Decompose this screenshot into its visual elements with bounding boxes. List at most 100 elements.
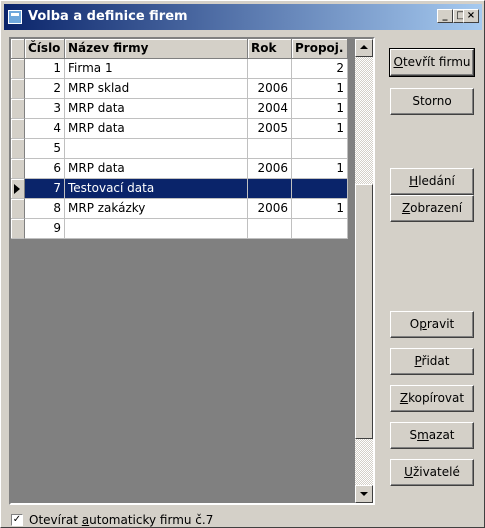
cell-name[interactable]: MRP data [65,119,248,139]
cell-number[interactable]: 9 [25,219,65,239]
cell-name[interactable]: MRP data [65,99,248,119]
table-row[interactable]: 8 MRP zakázky 2006 1 [11,199,348,219]
cell-number[interactable]: 3 [25,99,65,119]
scroll-thumb[interactable] [355,184,373,439]
cell-name[interactable] [65,219,248,239]
dialog-window: Volba a definice firem _ □ × Číslo Název… [0,0,485,528]
row-indicator[interactable] [11,219,25,239]
cell-number[interactable]: 5 [25,139,65,159]
search-label: ledání [418,174,455,188]
copy-label: kopírovat [408,391,465,405]
cell-name[interactable]: MRP data [65,159,248,179]
cell-linked[interactable]: 1 [292,119,348,139]
table-row[interactable]: 9 [11,219,348,239]
view-accel: Z [401,201,411,215]
open-accel: O [393,55,403,69]
row-indicator[interactable] [11,159,25,179]
edit-button[interactable]: Opravit [390,311,474,338]
cancel-label: Storno [412,94,452,108]
auto-open-suffix: utomaticky firmu č.7 [89,513,214,527]
table-row[interactable]: 5 [11,139,348,159]
auto-open-prefix: Otevírat [29,513,82,527]
column-header-name[interactable]: Název firmy [65,39,248,59]
table-body: Číslo Název firmy Rok Propoj. 1 Firma 122… [11,39,355,503]
row-indicator[interactable] [11,179,25,199]
cell-name[interactable]: Testovací data [65,179,248,199]
arrow-down-icon [360,492,368,496]
vertical-scrollbar[interactable] [355,39,373,503]
cell-name[interactable]: MRP zakázky [65,199,248,219]
add-button[interactable]: Přidat [390,348,474,375]
copy-accel: Z [399,391,409,405]
table-header: Číslo Název firmy Rok Propoj. [11,39,348,59]
view-button[interactable]: Zobrazení [390,195,474,222]
cell-linked[interactable]: 1 [292,79,348,99]
cell-linked[interactable] [292,139,348,159]
open-company-button[interactable]: Otevřít firmu [389,48,475,77]
cell-year[interactable] [248,179,292,199]
cell-year[interactable]: 2006 [248,199,292,219]
arrow-up-icon [360,45,368,49]
cell-linked[interactable]: 2 [292,59,348,79]
view-label: obrazení [410,201,463,215]
table-row[interactable]: 7 Testovací data [11,179,348,199]
cell-linked[interactable] [292,179,348,199]
cell-number[interactable]: 2 [25,79,65,99]
table-row[interactable]: 4 MRP data 2005 1 [11,119,348,139]
table-row[interactable]: 6 MRP data 2006 1 [11,159,348,179]
edit-accel: p [419,317,427,331]
cell-number[interactable]: 1 [25,59,65,79]
open-label: tevřít firmu [402,55,471,69]
users-label: živatelé [412,465,460,479]
edit-prefix: O [409,317,420,331]
close-button[interactable]: × [463,9,479,23]
delete-label: azat [428,428,455,442]
cell-name[interactable]: Firma 1 [65,59,248,79]
row-indicator[interactable] [11,119,25,139]
copy-button[interactable]: Zkopírovat [390,385,474,412]
table-row[interactable]: 3 MRP data 2004 1 [11,99,348,119]
cell-number[interactable]: 4 [25,119,65,139]
cell-name[interactable] [65,139,248,159]
users-button[interactable]: Uživatelé [390,459,474,486]
company-table[interactable]: Číslo Název firmy Rok Propoj. 1 Firma 122… [9,37,375,505]
cell-year[interactable]: 2005 [248,119,292,139]
cell-year[interactable]: 2006 [248,159,292,179]
title-bar[interactable]: Volba a definice firem _ □ × [4,4,482,30]
scroll-up-button[interactable] [355,39,373,57]
auto-open-checkbox[interactable]: ✓ [11,514,23,526]
search-button[interactable]: Hledání [390,168,474,195]
table-row[interactable]: 1 Firma 1 2 [11,59,348,79]
column-header-linked[interactable]: Propoj. [292,39,348,59]
row-indicator[interactable] [11,59,25,79]
row-indicator[interactable] [11,99,25,119]
edit-label: ravit [426,317,455,331]
row-indicator[interactable] [11,79,25,99]
row-indicator[interactable] [11,199,25,219]
column-header-number[interactable]: Číslo [25,39,65,59]
cell-name[interactable]: MRP sklad [65,79,248,99]
add-label: řidat [421,354,450,368]
cell-number[interactable]: 6 [25,159,65,179]
cell-year[interactable] [248,219,292,239]
cell-number[interactable]: 8 [25,199,65,219]
cell-linked[interactable]: 1 [292,159,348,179]
cell-year[interactable] [248,59,292,79]
column-header-year[interactable]: Rok [248,39,292,59]
scroll-down-button[interactable] [355,485,373,503]
delete-button[interactable]: Smazat [390,422,474,449]
app-icon[interactable] [8,10,22,24]
cell-linked[interactable] [292,219,348,239]
row-indicator[interactable] [11,139,25,159]
cell-linked[interactable]: 1 [292,199,348,219]
cell-year[interactable] [248,139,292,159]
current-row-arrow-icon [14,184,20,194]
minimize-button[interactable]: _ [437,9,453,23]
table-row[interactable]: 2 MRP sklad 2006 1 [11,79,348,99]
cell-year[interactable]: 2006 [248,79,292,99]
auto-open-label: Otevírat automaticky firmu č.7 [29,513,213,527]
cell-year[interactable]: 2004 [248,99,292,119]
cell-linked[interactable]: 1 [292,99,348,119]
cell-number[interactable]: 7 [25,179,65,199]
cancel-button[interactable]: Storno [390,88,474,115]
